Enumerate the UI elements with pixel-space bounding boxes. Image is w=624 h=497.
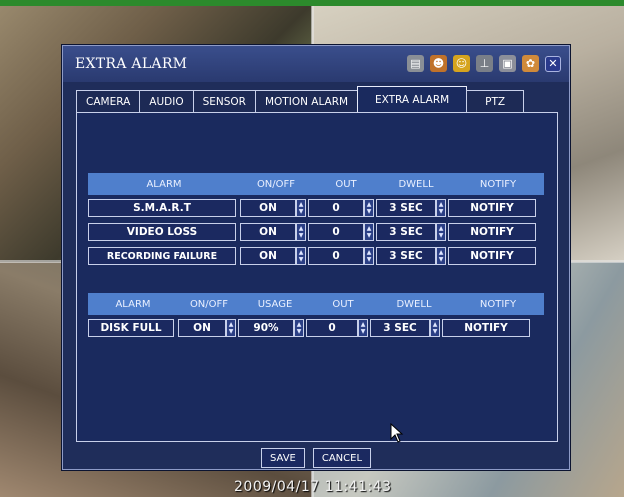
alarm-name: VIDEO LOSS — [88, 223, 236, 241]
header-dwell: DWELL — [398, 178, 434, 190]
tab-sensor[interactable]: SENSOR — [192, 90, 256, 112]
dialog-title: EXTRA ALARM — [75, 56, 188, 72]
dwell-spinner[interactable]: ▲ ▼ — [436, 247, 446, 265]
header-alarm: ALARM — [146, 178, 182, 190]
tab-bar: CAMERA AUDIO SENSOR MOTION ALARM EXTRA A… — [76, 86, 525, 112]
header-notify: NOTIFY — [479, 298, 517, 310]
header-usage: USAGE — [257, 298, 293, 310]
tab-extra-alarm[interactable]: EXTRA ALARM — [357, 86, 468, 112]
dwell-spinner[interactable]: ▲ ▼ — [430, 319, 440, 337]
onoff-value[interactable]: ON — [240, 199, 296, 217]
settings-icon[interactable]: ✿ — [522, 55, 539, 72]
onoff-spinner[interactable]: ▲ ▼ — [226, 319, 236, 337]
out-value[interactable]: 0 — [308, 199, 364, 217]
table-row: S.M.A.R.T ON ▲ ▼ 0 ▲ ▼ 3 SEC ▲ ▼ NOTIFY — [88, 197, 544, 219]
person-icon[interactable]: ☻ — [430, 55, 447, 72]
table-row: RECORDING FAILURE ON ▲ ▼ 0 ▲ ▼ 3 SEC ▲ ▼ NO… — [88, 245, 544, 267]
header-dwell: DWELL — [396, 298, 432, 310]
dwell-value[interactable]: 3 SEC — [370, 319, 430, 337]
dwell-value[interactable]: 3 SEC — [376, 199, 436, 217]
cancel-button[interactable]: CANCEL — [312, 448, 372, 468]
dialog-titlebar: EXTRA ALARM ▤ ☻ ☺ ⊥ ▣ ✿ ✕ — [63, 46, 569, 82]
table-row: DISK FULL ON ▲ ▼ 90% ▲ ▼ 0 ▲ ▼ 3 SEC ▲ ▼ NOT… — [88, 317, 544, 339]
notify-button[interactable]: NOTIFY — [448, 223, 536, 241]
onoff-value[interactable]: ON — [240, 223, 296, 241]
notify-button[interactable]: NOTIFY — [442, 319, 530, 337]
out-value[interactable]: 0 — [306, 319, 358, 337]
antenna-icon[interactable]: ⊥ — [476, 55, 493, 72]
save-button[interactable]: SAVE — [260, 448, 305, 468]
monitor-icon[interactable]: ▣ — [499, 55, 516, 72]
out-spinner[interactable]: ▲ ▼ — [364, 247, 374, 265]
title-icons: ▤ ☻ ☺ ⊥ ▣ ✿ ✕ — [407, 55, 561, 72]
tab-camera[interactable]: CAMERA — [76, 90, 141, 112]
onoff-value[interactable]: ON — [240, 247, 296, 265]
extra-alarm-dialog: EXTRA ALARM ▤ ☻ ☺ ⊥ ▣ ✿ ✕ CAMERA AUDIO S… — [62, 45, 570, 470]
mouse-cursor-icon — [390, 423, 404, 443]
tab-ptz[interactable]: PTZ — [466, 90, 525, 112]
dwell-spinner[interactable]: ▲ ▼ — [436, 199, 446, 217]
dwell-value[interactable]: 3 SEC — [376, 247, 436, 265]
out-value[interactable]: 0 — [308, 223, 364, 241]
onoff-spinner[interactable]: ▲ ▼ — [296, 199, 306, 217]
close-icon[interactable]: ✕ — [545, 55, 561, 72]
alarm-name: RECORDING FAILURE — [88, 247, 236, 265]
onoff-value[interactable]: ON — [178, 319, 226, 337]
header-onoff: ON/OFF — [189, 298, 229, 310]
status-top-bar — [0, 0, 624, 6]
header-notify: NOTIFY — [479, 178, 517, 190]
hdd-icon[interactable]: ▤ — [407, 55, 424, 72]
disk-alarm-table-header: ALARM ON/OFF USAGE OUT DWELL NOTIFY — [88, 293, 544, 315]
dwell-value[interactable]: 3 SEC — [376, 223, 436, 241]
alarm-table: ALARM ON/OFF OUT DWELL NOTIFY S.M.A.R.T … — [88, 173, 544, 267]
usage-spinner[interactable]: ▲ ▼ — [294, 319, 304, 337]
alarm-table-header: ALARM ON/OFF OUT DWELL NOTIFY — [88, 173, 544, 195]
out-spinner[interactable]: ▲ ▼ — [358, 319, 368, 337]
notify-button[interactable]: NOTIFY — [448, 199, 536, 217]
usage-value[interactable]: 90% — [238, 319, 294, 337]
alarm-name: DISK FULL — [88, 319, 174, 337]
alarm-name: S.M.A.R.T — [88, 199, 236, 217]
header-out: OUT — [335, 178, 357, 190]
header-alarm: ALARM — [115, 298, 151, 310]
tab-audio[interactable]: AUDIO — [139, 90, 194, 112]
header-out: OUT — [332, 298, 354, 310]
onoff-spinner[interactable]: ▲ ▼ — [296, 247, 306, 265]
out-spinner[interactable]: ▲ ▼ — [364, 223, 374, 241]
disk-alarm-table: ALARM ON/OFF USAGE OUT DWELL NOTIFY DISK… — [88, 293, 544, 339]
onoff-spinner[interactable]: ▲ ▼ — [296, 223, 306, 241]
table-row: VIDEO LOSS ON ▲ ▼ 0 ▲ ▼ 3 SEC ▲ ▼ NOTIFY — [88, 221, 544, 243]
tab-motion-alarm[interactable]: MOTION ALARM — [254, 90, 359, 112]
header-onoff: ON/OFF — [256, 178, 296, 190]
out-value[interactable]: 0 — [308, 247, 364, 265]
face-icon[interactable]: ☺ — [453, 55, 470, 72]
notify-button[interactable]: NOTIFY — [448, 247, 536, 265]
dialog-buttons: SAVE CANCEL — [63, 448, 569, 468]
tab-content-panel: ALARM ON/OFF OUT DWELL NOTIFY S.M.A.R.T … — [76, 112, 558, 443]
timestamp-overlay: 2009/04/17 11:41:43 — [234, 479, 392, 495]
out-spinner[interactable]: ▲ ▼ — [364, 199, 374, 217]
dwell-spinner[interactable]: ▲ ▼ — [436, 223, 446, 241]
